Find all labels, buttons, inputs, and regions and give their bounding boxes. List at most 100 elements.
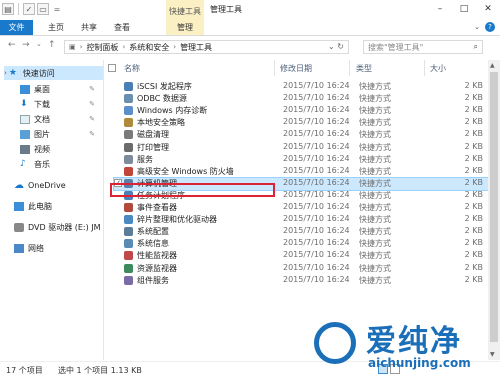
file-name: 本地安全策略 (137, 118, 185, 128)
breadcrumb-control-panel[interactable]: 控制面板 (86, 42, 118, 53)
column-header-date[interactable]: 修改日期 (280, 60, 312, 76)
table-row[interactable]: 系统信息 2015/7/10 16:24 快捷方式 2 KB (114, 238, 488, 250)
tab-home[interactable]: 主页 (44, 20, 68, 35)
column-header-size[interactable]: 大小 (430, 60, 446, 76)
network-icon (14, 243, 24, 253)
selection-info: 选中 1 个项目 1.13 KB (58, 366, 142, 375)
table-row[interactable]: 组件服务 2015/7/10 16:24 快捷方式 2 KB (114, 275, 488, 287)
file-date: 2015/7/10 16:24 (283, 141, 350, 151)
file-date: 2015/7/10 16:24 (283, 238, 350, 248)
file-size: 2 KB (464, 81, 483, 90)
maximize-icon[interactable]: □ (452, 0, 476, 18)
file-size: 2 KB (464, 141, 483, 151)
file-date: 2015/7/10 16:24 (283, 250, 350, 260)
sidebar-item-this-pc[interactable]: 此电脑 (14, 199, 103, 213)
file-date: 2015/7/10 16:24 (283, 274, 350, 284)
shortcut-icon (124, 118, 133, 128)
up-icon[interactable]: ↑ (48, 40, 56, 50)
shortcut-icon (124, 275, 133, 285)
forward-icon[interactable]: → (22, 40, 30, 50)
desktop-icon (20, 84, 30, 94)
table-row[interactable]: 资源监视器 2015/7/10 16:24 快捷方式 2 KB (114, 263, 488, 275)
file-date: 2015/7/10 16:24 (283, 262, 350, 272)
column-divider[interactable] (274, 60, 275, 76)
table-row[interactable]: 本地安全策略 2015/7/10 16:24 快捷方式 2 KB (114, 117, 488, 129)
expand-ribbon-icon[interactable]: ⌄ (474, 23, 480, 31)
file-size: 2 KB (464, 93, 483, 103)
sidebar-item-documents[interactable]: 文档 ✎ (20, 112, 103, 126)
download-icon: ⬇ (20, 98, 28, 109)
select-all-checkbox[interactable] (108, 60, 116, 76)
file-date: 2015/7/10 16:24 (283, 81, 350, 90)
sidebar-item-quick-access[interactable]: › ★ 快速访问 (4, 66, 103, 80)
scroll-up-icon[interactable]: ▲ (490, 62, 495, 69)
table-row[interactable]: iSCSI 发起程序 2015/7/10 16:24 快捷方式 2 KB (114, 81, 488, 93)
sidebar-item-pictures[interactable]: 图片 ✎ (20, 127, 103, 141)
watermark-emblem-icon (314, 322, 356, 364)
pin-icon[interactable]: ✎ (89, 115, 95, 123)
address-bar[interactable]: ▣ › 控制面板 › 系统和安全 › 管理工具 ⌄ ↻ (64, 40, 349, 54)
sidebar-item-music[interactable]: ♪ 音乐 (20, 157, 103, 171)
column-divider[interactable] (424, 60, 425, 76)
tab-view[interactable]: 查看 (110, 20, 134, 35)
column-header-type[interactable]: 类型 (356, 60, 372, 76)
item-count: 17 个项目 (6, 366, 43, 375)
window-controls: – □ ✕ (428, 0, 500, 18)
table-row[interactable]: 碎片整理和优化驱动器 2015/7/10 16:24 快捷方式 2 KB (114, 214, 488, 226)
table-row[interactable]: 磁盘清理 2015/7/10 16:24 快捷方式 2 KB (114, 129, 488, 141)
sidebar-item-videos[interactable]: 视频 (20, 142, 103, 156)
table-row[interactable]: 高级安全 Windows 防火墙 2015/7/10 16:24 快捷方式 2 KB (114, 166, 488, 178)
table-row[interactable]: Windows 内存诊断 2015/7/10 16:24 快捷方式 2 KB (114, 105, 488, 117)
breadcrumb-separator-icon: › (173, 43, 177, 51)
tab-share[interactable]: 共享 (77, 20, 101, 35)
shortcut-icon (124, 239, 133, 249)
computer-icon (14, 201, 24, 211)
sidebar-item-downloads[interactable]: ⬇ 下载 ✎ (20, 97, 103, 111)
recent-locations-icon[interactable]: ⌄ (36, 40, 42, 48)
table-row[interactable]: 系统配置 2015/7/10 16:24 快捷方式 2 KB (114, 226, 488, 238)
file-type: 快捷方式 (359, 263, 391, 273)
sidebar-item-desktop[interactable]: 桌面 ✎ (20, 82, 103, 96)
table-row[interactable]: ODBC 数据源 2015/7/10 16:24 快捷方式 2 KB (114, 93, 488, 105)
vertical-scrollbar[interactable]: ▲ ▼ (488, 60, 500, 360)
sidebar-item-label: 音乐 (34, 159, 50, 169)
table-row[interactable]: 事件查看器 2015/7/10 16:24 快捷方式 2 KB (114, 202, 488, 214)
file-type: 快捷方式 (359, 106, 391, 116)
minimize-icon[interactable]: – (428, 0, 452, 18)
search-input[interactable]: 搜索"管理工具" ⌕ (363, 40, 483, 54)
file-size: 2 KB (464, 238, 483, 248)
pin-icon[interactable]: ✎ (89, 130, 95, 138)
refresh-icon[interactable]: ⌄ ↻ (328, 42, 344, 51)
customize-toolbar-icon[interactable]: = (51, 3, 63, 15)
file-size: 2 KB (464, 262, 483, 272)
table-row[interactable]: 服务 2015/7/10 16:24 快捷方式 2 KB (114, 154, 488, 166)
file-type: 快捷方式 (359, 118, 391, 128)
column-header-name[interactable]: 名称 (124, 60, 140, 76)
new-folder-icon[interactable]: ▭ (37, 3, 49, 15)
scrollbar-thumb[interactable] (490, 72, 498, 342)
tab-manage[interactable]: 管理 (166, 20, 204, 35)
sidebar-item-network[interactable]: 网络 (14, 241, 103, 255)
file-name: 高级安全 Windows 防火墙 (137, 166, 234, 176)
file-size: 2 KB (464, 250, 483, 260)
help-icon[interactable]: ? (485, 22, 495, 32)
tab-file[interactable]: 文件 (0, 20, 33, 35)
sidebar-item-dvd-drive[interactable]: DVD 驱动器 (E:) JM (14, 220, 103, 234)
pin-icon[interactable]: ✎ (89, 85, 95, 93)
properties-icon[interactable]: ✓ (23, 3, 35, 15)
pin-icon[interactable]: ✎ (89, 100, 95, 108)
shortcut-icon (124, 251, 133, 261)
column-divider[interactable] (349, 60, 350, 76)
back-icon[interactable]: ← (8, 40, 16, 50)
table-row[interactable]: 性能监视器 2015/7/10 16:24 快捷方式 2 KB (114, 250, 488, 262)
close-icon[interactable]: ✕ (476, 0, 500, 18)
expand-icon[interactable]: › (4, 69, 7, 77)
file-list: 名称 修改日期 类型 大小 iSCSI 发起程序 2015/7/10 16:24 快… (104, 60, 500, 360)
breadcrumb-system-security[interactable]: 系统和安全 (129, 42, 169, 53)
sidebar-item-onedrive[interactable]: ☁ OneDrive (14, 178, 103, 192)
dvd-icon (14, 222, 24, 232)
app-icon[interactable]: ▤ (2, 3, 14, 15)
breadcrumb-admin-tools[interactable]: 管理工具 (180, 42, 212, 53)
table-row[interactable]: 打印管理 2015/7/10 16:24 快捷方式 2 KB (114, 142, 488, 154)
search-icon[interactable]: ⌕ (474, 42, 478, 52)
